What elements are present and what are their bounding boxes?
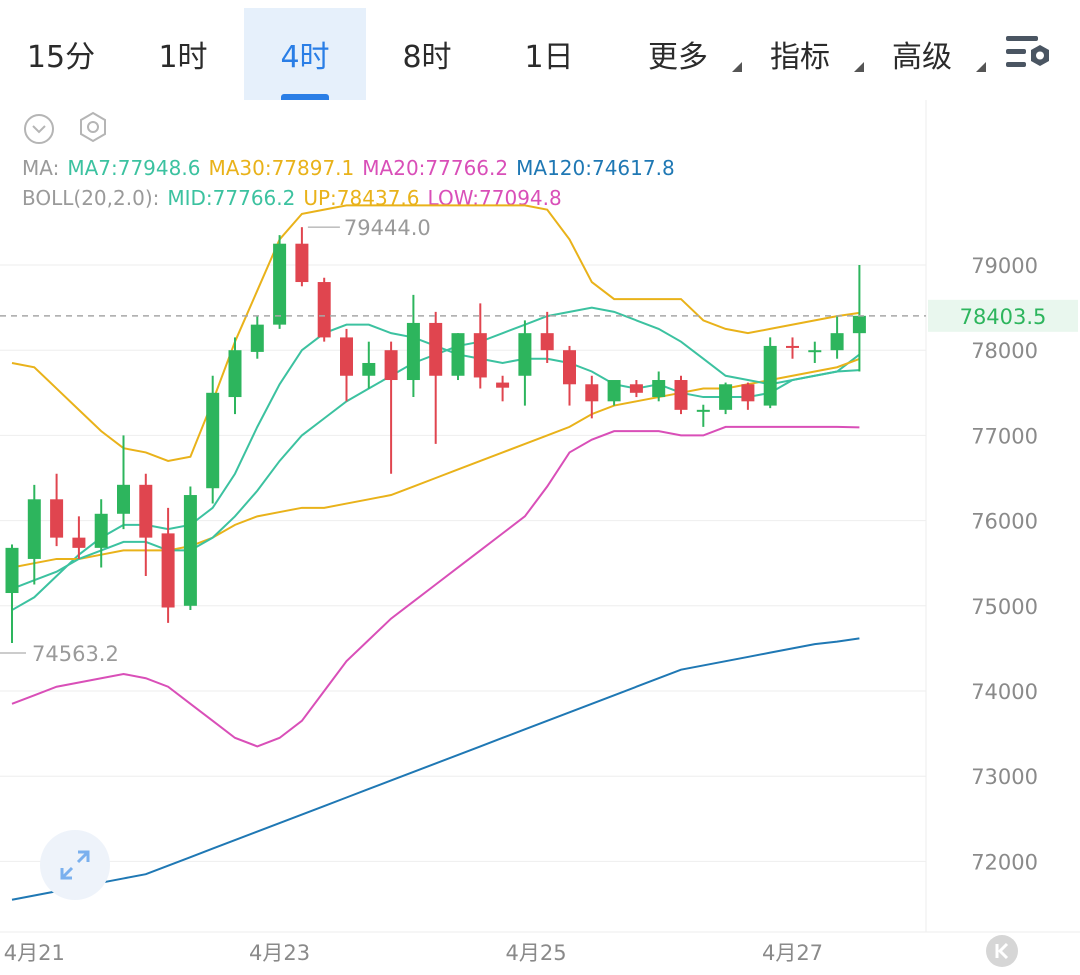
- candle-body: [139, 484, 153, 538]
- candle-body: [429, 322, 443, 376]
- y-tick-label: 73000: [971, 765, 1038, 789]
- candle-body: [518, 333, 532, 376]
- advanced-menu[interactable]: 高级: [872, 8, 986, 100]
- candle-body: [451, 333, 465, 376]
- candle-body: [27, 499, 41, 559]
- y-tick-label: 74000: [971, 680, 1038, 704]
- high-price-label: 79444.0: [344, 216, 431, 240]
- candle-body: [406, 322, 420, 381]
- candle-body: [250, 324, 264, 352]
- candle-body: [183, 495, 197, 606]
- candle-body: [228, 350, 242, 398]
- candle-body: [585, 384, 599, 402]
- chart-settings-icon[interactable]: [1004, 32, 1054, 72]
- tab-15m[interactable]: 15分: [0, 8, 122, 100]
- candle-body: [340, 337, 353, 376]
- y-tick-label: 72000: [971, 850, 1038, 874]
- y-tick-label: 75000: [971, 595, 1038, 619]
- tab-4h[interactable]: 4时: [244, 8, 366, 100]
- expand-chart-button[interactable]: [40, 830, 110, 900]
- tab-4h-label: 4时: [280, 40, 330, 75]
- advanced-menu-label: 高级: [892, 40, 952, 75]
- indicators-dropdown-icon: [854, 62, 864, 72]
- x-tick-label: 4月21: [4, 941, 65, 965]
- tab-8h[interactable]: 8时: [366, 8, 488, 100]
- candle-body: [696, 409, 710, 412]
- candlestick-chart[interactable]: 72000 73000 74000 75000 76000 77000 78000 79000…: [0, 100, 1080, 975]
- low-price-label: 74563.2: [32, 642, 119, 666]
- timeframe-toolbar: 15分 1时 4时 8时 1日 更多 指标 高级: [0, 0, 1080, 100]
- candle-body: [473, 333, 487, 378]
- tab-8h-label: 8时: [402, 40, 452, 75]
- candle-body: [72, 537, 86, 548]
- candle-body: [652, 380, 666, 398]
- tab-1d[interactable]: 1日: [488, 8, 610, 100]
- candle-body: [674, 380, 688, 410]
- candle-body: [362, 362, 376, 376]
- skip-to-latest-icon: [995, 942, 1009, 960]
- candle-body: [94, 513, 108, 548]
- candle-body: [808, 350, 822, 353]
- candle-body: [741, 384, 755, 402]
- more-menu-label: 更多: [648, 40, 708, 75]
- candle-body: [161, 533, 175, 608]
- candle-body: [117, 484, 130, 514]
- candle-body: [496, 382, 510, 388]
- candle-body: [719, 384, 733, 410]
- candle-body: [273, 243, 287, 325]
- more-menu[interactable]: 更多: [628, 8, 742, 100]
- tab-1h[interactable]: 1时: [122, 8, 244, 100]
- y-tick-label: 78000: [971, 339, 1038, 363]
- advanced-dropdown-icon: [976, 62, 986, 72]
- indicators-menu-label: 指标: [770, 40, 830, 75]
- tab-1d-label: 1日: [524, 40, 574, 75]
- candle-body: [5, 547, 19, 594]
- candle-body: [607, 380, 621, 402]
- tab-15m-label: 15分: [26, 40, 96, 75]
- candle-body: [830, 333, 844, 351]
- candle-body: [563, 350, 576, 385]
- tab-1h-label: 1时: [158, 40, 208, 75]
- x-tick-label: 4月23: [249, 941, 310, 965]
- candle-body: [50, 499, 64, 538]
- scroll-to-latest-button[interactable]: [986, 935, 1018, 967]
- candle-body: [384, 350, 398, 381]
- x-tick-label: 4月25: [506, 941, 567, 965]
- x-tick-label: 4月27: [762, 941, 823, 965]
- candle-body: [206, 392, 220, 489]
- current-price-value: 78403.5: [960, 305, 1047, 329]
- series-line-boll-low: [11, 425, 860, 748]
- candle-body: [763, 345, 777, 406]
- candle-body: [540, 333, 554, 351]
- indicators-menu[interactable]: 指标: [750, 8, 864, 100]
- candle-body: [629, 384, 643, 393]
- y-tick-label: 76000: [971, 510, 1038, 534]
- y-tick-label: 79000: [971, 254, 1038, 278]
- candle-body: [786, 345, 799, 348]
- candle-body: [852, 315, 866, 334]
- more-dropdown-icon: [732, 62, 742, 72]
- candle-body: [295, 243, 309, 283]
- y-tick-label: 77000: [971, 424, 1038, 448]
- candle-body: [317, 282, 331, 338]
- expand-icon: [60, 850, 90, 880]
